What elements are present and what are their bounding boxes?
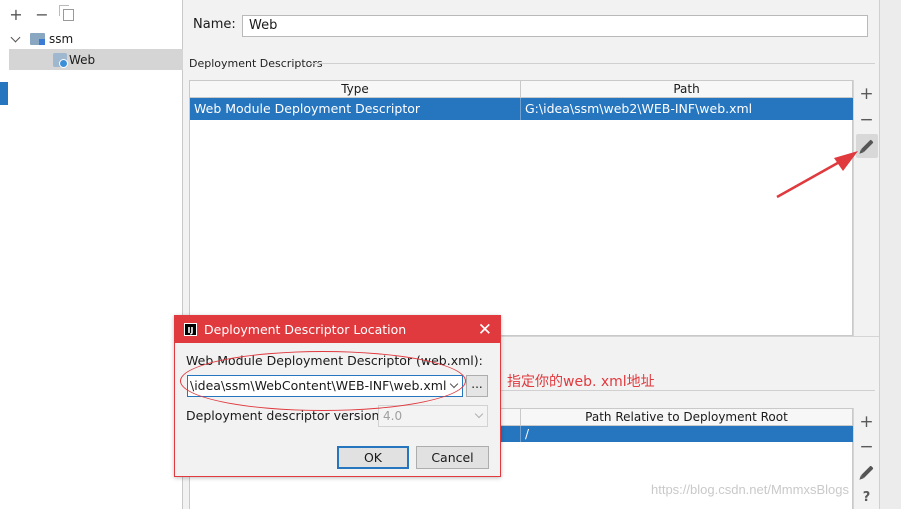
pencil-icon (860, 139, 873, 153)
table-header: Type Path (190, 81, 852, 98)
add-icon[interactable]: + (8, 7, 24, 23)
tree-item-web[interactable]: Web (9, 49, 183, 70)
add-resource-button[interactable]: + (856, 410, 878, 433)
remove-descriptor-button[interactable]: − (856, 108, 878, 132)
intellij-logo-icon: IJ (184, 323, 197, 336)
add-descriptor-button[interactable]: + (856, 82, 878, 106)
tree-item-label: Web (69, 52, 96, 67)
cell-relative-path: / (525, 427, 530, 441)
web-facet-icon (53, 52, 68, 68)
descriptor-path-combo[interactable]: \idea\ssm\WebContent\WEB-INF\web.xml (187, 375, 463, 397)
dialog-titlebar[interactable]: IJ Deployment Descriptor Location ✕ (175, 316, 500, 343)
section-divider (310, 63, 875, 64)
deployment-descriptors-table: Type Path Web Module Deployment Descript… (189, 80, 853, 336)
column-header-path[interactable]: Path (521, 81, 852, 97)
resources-toolbar: + − ? (853, 408, 879, 509)
column-header-type[interactable]: Type (190, 81, 521, 97)
ok-button[interactable]: OK (337, 446, 409, 469)
descriptor-toolbar: + − (853, 80, 879, 336)
cancel-button[interactable]: Cancel (416, 446, 489, 469)
copy-icon[interactable] (59, 5, 74, 21)
descriptor-path-label: Web Module Deployment Descriptor (web.xm… (186, 353, 483, 368)
chevron-down-icon[interactable] (449, 379, 459, 389)
tree-item-ssm[interactable]: ssm (10, 28, 73, 49)
cell-type: Web Module Deployment Descriptor (190, 98, 521, 120)
vertical-scrollbar[interactable] (879, 0, 901, 509)
column-header-relative-path[interactable]: Path Relative to Deployment Root (521, 409, 852, 425)
selection-strip (0, 82, 8, 105)
module-tree-panel: + − ssm Web (0, 0, 183, 509)
tree-item-label: ssm (49, 31, 74, 46)
module-folder-icon (30, 32, 45, 45)
dialog-title: Deployment Descriptor Location (204, 322, 407, 337)
name-label: Name: (193, 17, 236, 32)
help-button[interactable]: ? (856, 486, 878, 509)
cell-path: G:\idea\ssm\web2\WEB-INF\web.xml (525, 101, 753, 116)
tree-toolbar: + − (8, 2, 74, 28)
name-input[interactable]: Web (242, 15, 868, 37)
watermark: https://blog.csdn.net/MmmxsBlogs (651, 482, 849, 497)
edit-descriptor-button[interactable] (855, 134, 878, 158)
annotation-text: 指定你的web. xml地址 (507, 374, 655, 390)
descriptor-path-value: \idea\ssm\WebContent\WEB-INF\web.xml (190, 378, 447, 393)
version-value: 4.0 (383, 409, 403, 423)
deployment-descriptors-title: Deployment Descriptors (189, 57, 323, 70)
chevron-down-icon[interactable] (10, 33, 22, 45)
table-row[interactable]: Web Module Deployment Descriptor G:\idea… (190, 98, 853, 120)
close-icon[interactable]: ✕ (478, 320, 492, 340)
chevron-down-icon (474, 409, 484, 419)
deployment-descriptor-location-dialog: IJ Deployment Descriptor Location ✕ Web … (174, 315, 501, 477)
edit-resource-button[interactable] (856, 461, 878, 484)
version-label: Deployment descriptor version (186, 408, 380, 423)
version-select: 4.0 (378, 405, 488, 427)
remove-resource-button[interactable]: − (856, 435, 878, 458)
pencil-icon (860, 465, 873, 479)
remove-icon[interactable]: − (34, 7, 50, 23)
browse-button[interactable]: ... (466, 375, 488, 397)
